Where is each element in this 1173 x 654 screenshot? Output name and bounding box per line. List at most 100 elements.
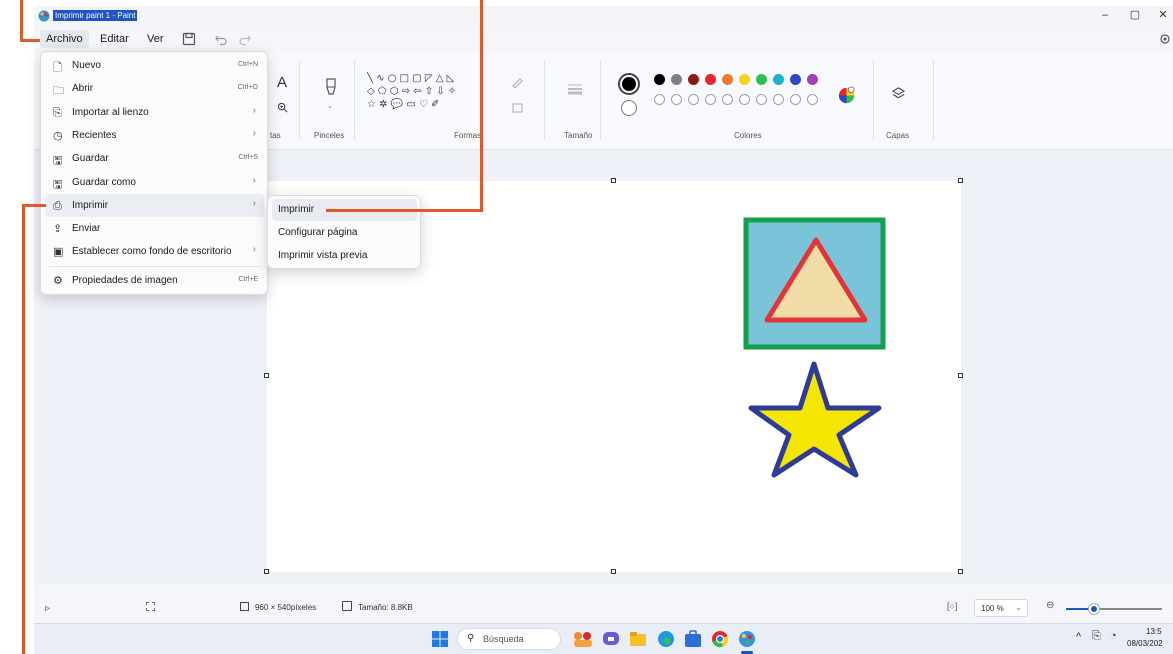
resize-handle[interactable] bbox=[958, 373, 963, 378]
menu-editar[interactable]: Editar bbox=[94, 30, 135, 48]
print-submenu-item-label: Imprimir vista previa bbox=[278, 250, 368, 261]
file-size-icon bbox=[342, 601, 352, 611]
print-submenu-item[interactable]: Imprimir vista previa bbox=[272, 245, 417, 267]
save-icon[interactable] bbox=[182, 32, 196, 46]
edit-colors-icon[interactable] bbox=[837, 86, 856, 105]
close-icon[interactable]: ✕ bbox=[1148, 6, 1173, 24]
annotation-line bbox=[20, 0, 23, 42]
ribbon-separator bbox=[933, 60, 934, 140]
file-menu-item[interactable]: ⎙ Imprimir › bbox=[45, 193, 264, 217]
color-swatch[interactable] bbox=[773, 74, 784, 85]
redo-icon[interactable] bbox=[238, 32, 252, 46]
star-shape bbox=[748, 361, 882, 478]
color-swatch[interactable] bbox=[688, 74, 699, 85]
minimize-icon[interactable]: – bbox=[1090, 6, 1120, 24]
color-swatch[interactable] bbox=[807, 94, 818, 105]
color-swatch[interactable] bbox=[790, 94, 801, 105]
brush-dropdown-icon[interactable]: ⌄ bbox=[327, 102, 333, 110]
taskbar-search[interactable]: ⚲ Búsqueda bbox=[457, 628, 561, 650]
file-menu-item-label: Importar al lienzo bbox=[72, 106, 149, 118]
menu-ver[interactable]: Ver bbox=[141, 30, 170, 48]
fill-icon[interactable] bbox=[511, 102, 525, 114]
store-icon[interactable] bbox=[682, 629, 704, 649]
undo-icon[interactable] bbox=[214, 32, 228, 46]
color-swatch[interactable] bbox=[705, 74, 716, 85]
ribbon-separator bbox=[299, 60, 300, 140]
submenu-arrow-icon: › bbox=[252, 244, 256, 256]
tools-group-label: tas bbox=[270, 131, 281, 140]
resize-handle[interactable] bbox=[611, 569, 616, 574]
resize-handle[interactable] bbox=[264, 373, 269, 378]
edge-browser-icon[interactable] bbox=[655, 629, 677, 649]
file-menu-item[interactable]: ⎘ Importar al lienzo › bbox=[45, 101, 264, 124]
annotation-line bbox=[326, 209, 483, 212]
chevron-down-icon: ⌄ bbox=[1015, 603, 1022, 612]
brush-icon[interactable] bbox=[324, 78, 338, 96]
file-menu-item-label: Abrir bbox=[72, 83, 94, 95]
file-menu-item[interactable]: ▣ Establecer como fondo de escritorio › bbox=[45, 240, 264, 263]
fit-to-window-icon[interactable]: [○] bbox=[947, 601, 957, 611]
color-swatch[interactable] bbox=[807, 74, 818, 85]
windows-start-icon[interactable] bbox=[429, 629, 451, 649]
resize-handle[interactable] bbox=[264, 569, 269, 574]
color-swatch[interactable] bbox=[773, 94, 784, 105]
file-menu-item[interactable]: 🗋 Nuevo Ctrl+N bbox=[45, 54, 264, 77]
paint-taskbar-icon[interactable] bbox=[736, 629, 758, 649]
window-title: Imprimir paint 1 - Paint bbox=[53, 10, 138, 21]
file-menu-item[interactable]: ⚙ Propiedades de imagen Ctrl+E bbox=[45, 269, 264, 292]
size-icon[interactable] bbox=[567, 82, 583, 96]
zoom-tool-icon[interactable] bbox=[277, 102, 288, 113]
layers-icon[interactable] bbox=[891, 86, 906, 101]
color-swatch[interactable] bbox=[722, 74, 733, 85]
file-menu-item-label: Imprimir bbox=[72, 199, 109, 211]
size-group-label: Tamaño bbox=[564, 131, 593, 140]
file-menu-item-label: Guardar bbox=[72, 153, 109, 165]
ribbon-separator bbox=[354, 60, 355, 140]
volume-icon[interactable]: ◔ bbox=[1110, 630, 1117, 642]
color-swatch[interactable] bbox=[671, 74, 682, 85]
primary-color-swatch[interactable] bbox=[618, 73, 640, 95]
file-size: Tamaño: 8.8KB bbox=[358, 603, 413, 612]
clock-date[interactable]: 08/03/202 bbox=[1127, 639, 1163, 648]
teams-chat-icon[interactable] bbox=[600, 629, 622, 649]
file-explorer-icon[interactable] bbox=[627, 629, 649, 649]
widgets-people-icon[interactable] bbox=[572, 629, 594, 649]
file-menu-item[interactable]: 🖫 Guardar como › bbox=[45, 171, 264, 194]
file-menu-item[interactable]: ◷ Recientes › bbox=[45, 124, 264, 147]
settings-icon[interactable] bbox=[1158, 32, 1172, 46]
color-swatch[interactable] bbox=[756, 74, 767, 85]
color-swatch[interactable] bbox=[722, 94, 733, 105]
file-menu-item[interactable]: ⇪ Enviar bbox=[45, 217, 264, 240]
color-swatch[interactable] bbox=[654, 74, 665, 85]
zoom-select[interactable]: 100 % ⌄ bbox=[974, 599, 1028, 617]
chrome-icon[interactable] bbox=[709, 629, 731, 649]
zoom-slider-thumb[interactable] bbox=[1089, 604, 1099, 614]
color-swatch[interactable] bbox=[671, 94, 682, 105]
outline-icon[interactable] bbox=[511, 76, 525, 88]
zoom-out-icon[interactable]: ⊖ bbox=[1046, 600, 1054, 611]
secondary-color-swatch[interactable] bbox=[621, 100, 637, 116]
file-menu-item[interactable]: 🖫 Guardar Ctrl+S bbox=[45, 147, 264, 170]
color-swatch[interactable] bbox=[654, 94, 665, 105]
menu-archivo[interactable]: Archivo bbox=[40, 30, 89, 48]
color-swatch[interactable] bbox=[756, 94, 767, 105]
show-hidden-icons[interactable]: ^ bbox=[1076, 631, 1081, 643]
network-icon[interactable]: ⎘ bbox=[1092, 630, 1101, 643]
zoom-slider[interactable] bbox=[1066, 604, 1162, 614]
share-icon: ⇪ bbox=[53, 222, 63, 236]
color-swatch[interactable] bbox=[739, 74, 750, 85]
color-swatch[interactable] bbox=[688, 94, 699, 105]
restore-icon[interactable]: ▢ bbox=[1120, 6, 1150, 24]
file-menu-item-label: Guardar como bbox=[72, 176, 136, 188]
color-swatch[interactable] bbox=[705, 94, 716, 105]
print-submenu-item[interactable]: Configurar página bbox=[272, 222, 417, 244]
resize-handle[interactable] bbox=[611, 178, 616, 183]
clock-time[interactable]: 13:5 bbox=[1146, 627, 1162, 636]
color-swatch[interactable] bbox=[739, 94, 750, 105]
text-tool-button[interactable]: A bbox=[277, 74, 287, 91]
file-menu-item[interactable]: 🗀 Abrir Ctrl+O bbox=[45, 77, 264, 100]
color-swatch[interactable] bbox=[790, 74, 801, 85]
resize-handle[interactable] bbox=[958, 178, 963, 183]
layers-group-label: Capas bbox=[886, 131, 910, 140]
resize-handle[interactable] bbox=[958, 569, 963, 574]
